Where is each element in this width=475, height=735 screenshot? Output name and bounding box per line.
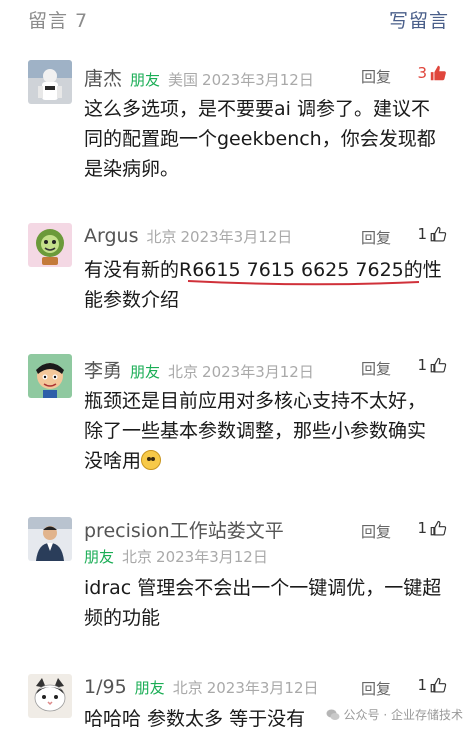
comment-text: 这么多选项，是不要要ai 调参了。建议不同的配置跑一个geekbench，你会发… bbox=[84, 98, 436, 180]
comment-text: 瓶颈还是目前应用对多核心支持不太好，除了一些基本参数调整，那些小参数确实没啥用 bbox=[84, 386, 444, 476]
location: 北京 bbox=[146, 228, 177, 246]
comment-date: 2023年3月12日 bbox=[156, 548, 268, 566]
thumb-up-icon bbox=[430, 520, 447, 536]
avatar[interactable] bbox=[28, 60, 72, 104]
comment-text-start: 有没有新的 bbox=[84, 259, 180, 281]
friend-badge: 朋友 bbox=[130, 363, 161, 381]
comment-meta: Argus 北京 2023年3月12日 bbox=[84, 225, 292, 247]
like-button[interactable]: 1 bbox=[417, 676, 447, 694]
like-count: 1 bbox=[417, 519, 427, 537]
commenter-name[interactable]: Argus bbox=[84, 225, 138, 247]
avatar[interactable] bbox=[28, 674, 72, 718]
write-comment-button[interactable]: 写留言 bbox=[389, 6, 449, 33]
avatar[interactable] bbox=[28, 517, 72, 561]
thumb-up-icon bbox=[430, 357, 447, 373]
comment-meta-line: 朋友 北京 2023年3月12日 bbox=[84, 546, 268, 567]
friend-badge: 朋友 bbox=[134, 679, 165, 697]
friend-badge: 朋友 bbox=[130, 71, 161, 89]
like-button[interactable]: 1 bbox=[417, 225, 447, 243]
grimace-emoji-icon bbox=[141, 450, 162, 470]
like-button[interactable]: 1 bbox=[417, 519, 447, 537]
red-underline-mark bbox=[187, 280, 420, 286]
comment-text-content: 瓶颈还是目前应用对多核心支持不太好，除了一些基本参数调整，那些小参数确实没啥用 bbox=[84, 390, 427, 472]
like-count: 1 bbox=[417, 356, 427, 374]
commenter-name[interactable]: 1/95 bbox=[84, 676, 127, 698]
comment-meta: precision工作站娄文平 bbox=[84, 516, 284, 543]
comments-header: 留言 7 写留言 bbox=[0, 0, 475, 40]
reply-button[interactable]: 回复 bbox=[361, 66, 391, 87]
comment-date: 2023年3月12日 bbox=[206, 679, 319, 697]
location: 美国 bbox=[168, 71, 199, 89]
comment-date: 2023年3月12日 bbox=[202, 363, 314, 381]
friend-badge: 朋友 bbox=[84, 548, 115, 566]
commenter-name[interactable]: 唐杰 bbox=[84, 68, 122, 90]
comment-meta: 唐杰 朋友 美国 2023年3月12日 bbox=[84, 64, 314, 91]
thumb-up-icon bbox=[430, 226, 447, 242]
reply-button[interactable]: 回复 bbox=[361, 358, 391, 379]
avatar[interactable] bbox=[28, 354, 72, 398]
reply-button[interactable]: 回复 bbox=[361, 678, 391, 699]
like-button[interactable]: 3 bbox=[417, 64, 447, 82]
watermark: 公众号 · 企业存储技术 bbox=[326, 706, 463, 723]
location: 北京 bbox=[122, 548, 153, 566]
wechat-icon bbox=[326, 709, 340, 720]
location: 北京 bbox=[172, 679, 203, 697]
comment-meta: 李勇 朋友 北京 2023年3月12日 bbox=[84, 356, 314, 383]
like-count: 1 bbox=[417, 676, 427, 694]
like-count: 3 bbox=[417, 64, 427, 82]
comment-meta: 1/95 朋友 北京 2023年3月12日 bbox=[84, 676, 319, 698]
like-button[interactable]: 1 bbox=[417, 356, 447, 374]
avatar[interactable] bbox=[28, 223, 72, 267]
comments-count-title: 留言 7 bbox=[28, 10, 89, 32]
commenter-name[interactable]: 李勇 bbox=[84, 360, 122, 382]
reply-button[interactable]: 回复 bbox=[361, 227, 391, 248]
location: 北京 bbox=[168, 363, 199, 381]
thumb-up-red-icon bbox=[430, 65, 446, 81]
comment-date: 2023年3月12日 bbox=[202, 71, 314, 89]
watermark-text: 公众号 · 企业存储技术 bbox=[343, 708, 463, 722]
comment-text: idrac 管理会不会出一个一键调优，一键超频的功能 bbox=[84, 577, 442, 629]
thumb-up-icon bbox=[430, 677, 447, 693]
reply-button[interactable]: 回复 bbox=[361, 521, 391, 542]
like-count: 1 bbox=[417, 225, 427, 243]
commenter-name[interactable]: precision工作站娄文平 bbox=[84, 520, 284, 542]
comment-date: 2023年3月12日 bbox=[180, 228, 293, 246]
